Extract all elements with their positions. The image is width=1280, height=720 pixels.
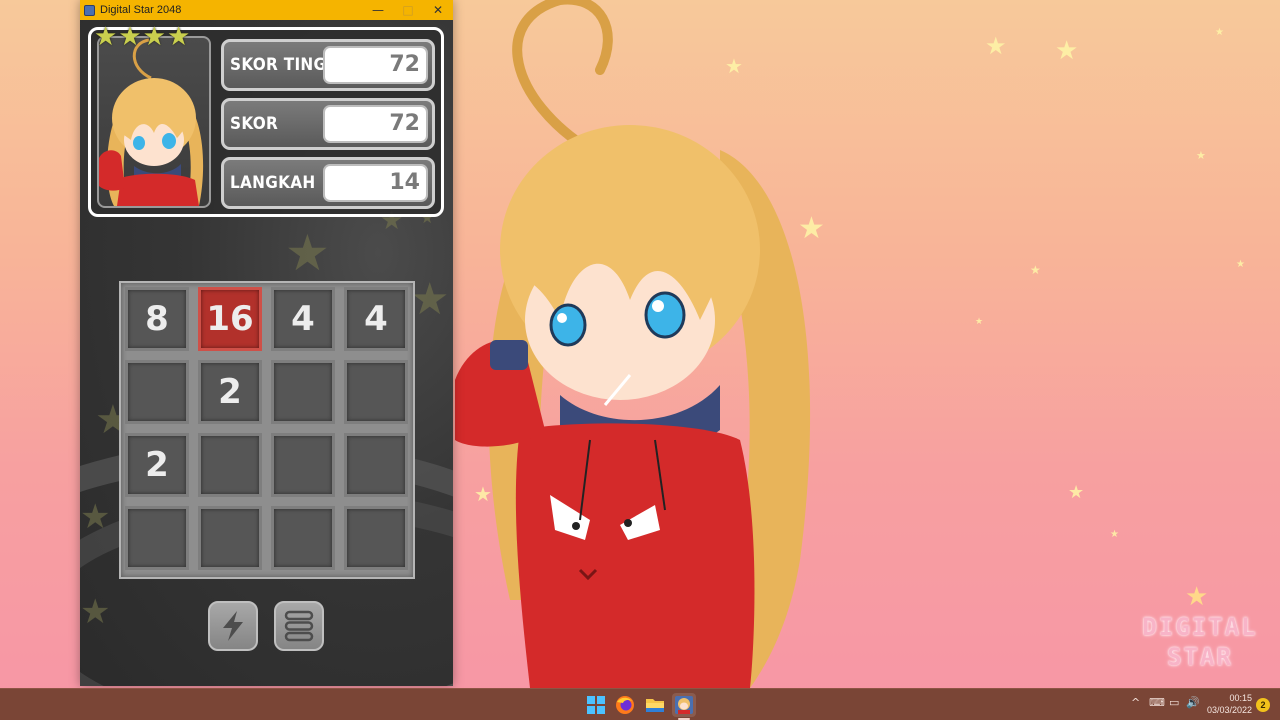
title-bar[interactable]: Digital Star 2048 — □ ✕ [80, 0, 453, 20]
digital-star-logo: DIGITAL STAR [1140, 612, 1260, 672]
tile-r1-c4: 4 [344, 287, 408, 351]
background-star-icon: ★ [1236, 259, 1245, 270]
rank-star-icon: ★ [166, 22, 191, 52]
avatar [97, 36, 211, 208]
background-star-icon: ★ [1055, 36, 1079, 66]
steps-label: LANGKAH [230, 173, 316, 193]
avatar-character-image [99, 38, 204, 206]
tile-r4-c3 [271, 506, 335, 570]
windows-logo-icon [587, 696, 605, 714]
rank-stars: ★ ★ ★ ★ [94, 24, 190, 50]
tile-r1-c3: 4 [271, 287, 335, 351]
volume-icon[interactable]: 🔊 [1186, 696, 1200, 709]
maximize-button: □ [402, 3, 414, 17]
background-star-icon: ★ [1215, 27, 1224, 38]
close-button[interactable]: ✕ [423, 0, 453, 20]
decorative-star-icon: ★ [285, 224, 330, 282]
high-score-row: SKOR TINGGI 72 [221, 39, 435, 91]
minimize-button[interactable]: — [363, 0, 393, 20]
game-window: Digital Star 2048 — □ ✕ ★ ★ ★ ★ ★ ★ ★ ★ … [80, 0, 453, 686]
score-value: 72 [323, 105, 428, 143]
tile-r2-c4 [344, 360, 408, 424]
tile-r4-c1 [125, 506, 189, 570]
window-title: Digital Star 2048 [100, 4, 182, 16]
notification-badge[interactable]: 2 [1256, 698, 1270, 712]
lightning-icon [223, 611, 243, 641]
steps-row: LANGKAH 14 [221, 157, 435, 209]
background-star-icon: ★ [1196, 149, 1206, 162]
rank-star-icon: ★ [142, 22, 166, 52]
tile-r3-c4 [344, 433, 408, 497]
rank-star-icon: ★ [94, 22, 118, 52]
tile-r4-c2 [198, 506, 262, 570]
rank-star-icon: ★ [118, 22, 142, 52]
decorative-star-icon: ★ [80, 592, 111, 632]
taskbar-clock[interactable]: 00:15 03/03/2022 [1200, 692, 1252, 716]
high-score-value: 72 [323, 46, 428, 84]
tile-r1-c1: 8 [125, 287, 189, 351]
folder-icon [646, 699, 664, 712]
decorative-star-icon: ★ [80, 497, 111, 537]
taskbar-digital-star-2048[interactable] [672, 693, 696, 717]
score-label: SKOR [230, 114, 279, 134]
tile-r3-c3 [271, 433, 335, 497]
clock-time: 00:15 [1229, 693, 1252, 703]
steps-value: 14 [323, 164, 428, 202]
taskbar-file-explorer[interactable] [643, 693, 667, 717]
mascot-illustration [455, 0, 811, 688]
game-board[interactable]: 8 16 4 4 2 2 [119, 281, 415, 579]
clock-date: 03/03/2022 [1206, 705, 1252, 715]
tile-r2-c1 [125, 360, 189, 424]
chevron-up-icon[interactable]: ^ [1131, 696, 1140, 709]
tile-r4-c4 [344, 506, 408, 570]
background-star-icon: ★ [985, 32, 1007, 60]
logo-line-2: STAR [1167, 643, 1233, 671]
start-button[interactable] [584, 693, 608, 717]
tile-r2-c2: 2 [198, 360, 262, 424]
game-app-icon [675, 696, 693, 714]
menu-icon [284, 610, 314, 642]
background-star-icon: ★ [1110, 529, 1119, 540]
tile-r3-c1: 2 [125, 433, 189, 497]
menu-button[interactable] [274, 601, 324, 651]
background-star-icon: ★ [1030, 263, 1041, 277]
app-icon [84, 4, 95, 16]
score-row: SKOR 72 [221, 98, 435, 150]
network-icon[interactable]: ▭ [1169, 696, 1179, 709]
background-star-icon: ★ [975, 317, 984, 327]
firefox-icon [616, 696, 634, 714]
taskbar-firefox[interactable] [613, 693, 637, 717]
keyboard-icon[interactable]: ⌨ [1149, 696, 1165, 709]
background-star-icon: ★ [1068, 482, 1085, 503]
logo-star-icon: ★ [1185, 582, 1209, 612]
stats-panel: ★ ★ ★ ★ SKOR TINGGI 72 SKOR 72 LANGKAH 1… [88, 24, 444, 217]
power-up-button[interactable] [208, 601, 258, 651]
decorative-star-icon: ★ [410, 274, 450, 325]
tile-r1-c2: 16 [198, 287, 262, 351]
tile-r2-c3 [271, 360, 335, 424]
taskbar: ^ ⌨ ▭ 🔊 00:15 03/03/2022 2 [0, 688, 1280, 720]
tile-r3-c2 [198, 433, 262, 497]
logo-line-1: DIGITAL [1142, 613, 1258, 641]
game-area: ★ ★ ★ ★ ★ ★ ★ ★ ★ ★ ★ SKOR TINGGI 72 SKO… [80, 20, 453, 686]
